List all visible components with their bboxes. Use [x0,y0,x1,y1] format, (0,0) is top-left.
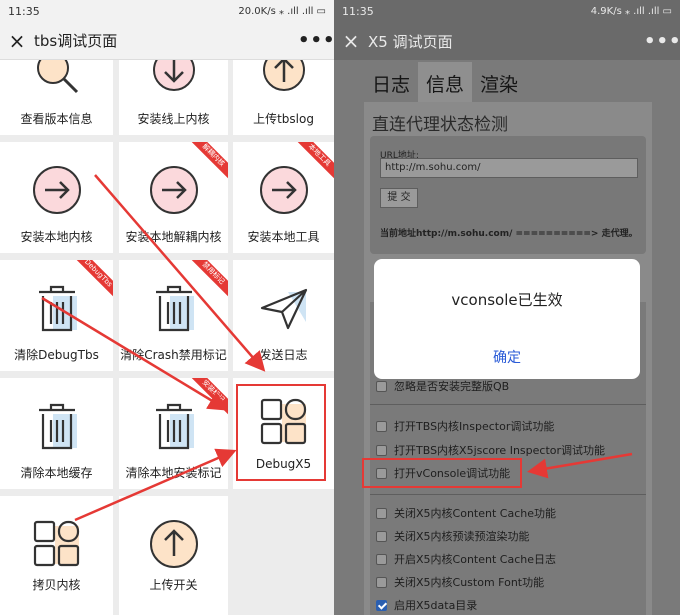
checkbox[interactable] [376,380,387,392]
divider [370,494,646,495]
option-label: 关闭X5内核Content Cache功能 [394,507,556,520]
trash-icon [155,403,194,450]
grid-squares-icon [33,520,79,567]
right-arrow-icon [32,166,81,214]
option-label: 关闭X5内核预读预渲染功能 [394,530,530,543]
grid-cell-label: 上传开关 [149,578,198,592]
right-arrow-icon [259,166,308,214]
tab-info[interactable]: 信息 [418,62,473,102]
option-x5jscore-inspector[interactable]: 打开TBS内核X5jscore Inspector调试功能 [376,442,605,458]
vconsole-highlight-box [362,458,522,488]
tab-log[interactable]: 日志 [364,62,418,102]
title-bar: × X5 调试页面 ••• [334,22,680,60]
grid-cell-install-decoupled-kernel[interactable]: 解耦内核 安装本地解耦内核 [119,142,228,253]
option-ignore-full-qb[interactable]: 忽略是否安装完整版QB [376,378,509,394]
status-indicators: 4.9K/s ⁎ .ıll .ıll ▭ [590,5,672,17]
checkbox-checked[interactable] [376,599,387,611]
grid-cell-label: 清除Crash禁用标记 [120,348,227,362]
download-arrow-icon [152,60,195,91]
grid-cell-label: 清除本地缓存 [20,466,93,480]
grid-cell-clear-local-cache[interactable]: 清除本地缓存 [0,378,113,489]
more-icon[interactable]: ••• [298,30,334,51]
dialog-message: vconsole已生效 [451,291,563,309]
grid-cell-label: 拷贝内核 [32,578,81,592]
grid-cell-upload-tbslog[interactable]: 上传tbslog [233,60,334,135]
more-icon[interactable]: ••• [644,31,680,52]
option-disable-prerender[interactable]: 关闭X5内核预读预渲染功能 [376,528,530,544]
grid-cell-send-log[interactable]: 发送日志 [233,260,334,371]
tab-render[interactable]: 渲染 [472,62,526,102]
trash-icon [155,285,194,332]
option-label: 启用X5data目录 [394,599,478,612]
grid-cell-label: 安装本地工具 [247,230,320,244]
status-indicators: 20.0K/s ⁎ .ıll .ıll ▭ [238,5,326,17]
right-arrow-icon [149,166,198,214]
grid-cell-label: 查看版本信息 [20,112,93,126]
grid-cell-clear-crash-flag[interactable]: 禁用标记 清除Crash禁用标记 [119,260,228,371]
paper-plane-icon [260,288,307,330]
option-content-cache-log[interactable]: 开启X5内核Content Cache日志 [376,551,556,567]
submit-button[interactable]: 提 交 [380,188,418,208]
upload-arrow-icon [262,60,305,91]
close-icon[interactable]: × [0,29,34,53]
grid-cell-copy-kernel[interactable]: 拷贝内核 [0,496,113,615]
grid-cell-label: 上传tbslog [253,112,314,126]
trash-icon [38,285,77,332]
grid-cell-upload-switch[interactable]: 上传开关 [119,496,228,615]
status-time: 11:35 [342,4,374,18]
proxy-check-form: URL地址: http://m.sohu.com/ 提 交 当前地址http:/… [370,136,646,254]
checkbox[interactable] [376,553,387,565]
option-label: 打开TBS内核X5jscore Inspector调试功能 [394,444,606,457]
option-disable-content-cache[interactable]: 关闭X5内核Content Cache功能 [376,505,556,521]
option-enable-x5data[interactable]: 启用X5data目录 [376,597,477,613]
grid-cell-label: 清除DebugTbs [14,348,99,362]
grid-cell-install-local-tools[interactable]: 本地工具 安装本地工具 [233,142,334,253]
grid-cell-label: 安装线上内核 [137,112,210,126]
magnifier-icon [36,60,78,94]
trash-icon [38,403,77,450]
grid-cell-label: 清除本地安装标记 [125,466,222,480]
url-input[interactable]: http://m.sohu.com/ [380,158,638,178]
left-screen: 11:35 20.0K/s ⁎ .ıll .ıll ▭ × tbs调试页面 ••… [0,0,334,615]
grid-cell-label: 安装本地解耦内核 [125,230,222,244]
grid-cell-install-local-kernel[interactable]: 安装本地内核 [0,142,113,253]
option-disable-custom-font[interactable]: 关闭X5内核Custom Font功能 [376,574,544,590]
option-label: 开启X5内核Content Cache日志 [394,553,556,566]
status-bar: 11:35 20.0K/s ⁎ .ıll .ıll ▭ [0,0,334,22]
option-label: 关闭X5内核Custom Font功能 [394,576,545,589]
dialog-confirm-button[interactable]: 确定 [374,347,640,367]
option-label: 忽略是否安装完整版QB [394,380,510,393]
option-label: 打开TBS内核Inspector调试功能 [394,420,555,433]
checkbox[interactable] [376,420,387,432]
proxy-status-text: 当前地址http://m.sohu.com/ ==========> 走代理。 [380,229,638,239]
page-title: X5 调试页面 [368,32,453,51]
tab-bar: 日志 信息 渲染 [364,62,526,102]
checkbox[interactable] [376,507,387,519]
grid-cell-install-online-kernel[interactable]: 安装线上内核 [119,60,228,135]
title-bar: × tbs调试页面 ••• [0,22,334,60]
divider [370,404,646,405]
alert-dialog: vconsole已生效 确定 [374,259,640,379]
debugx5-highlight-box [236,384,326,481]
checkbox[interactable] [376,444,387,456]
section-title: 直连代理状态检测 [372,115,508,135]
grid-cell-view-version[interactable]: 查看版本信息 [0,60,113,135]
grid-cell-label: 发送日志 [259,348,308,362]
grid-cell-clear-install-flag[interactable]: 安装标记 清除本地安装标记 [119,378,228,489]
checkbox[interactable] [376,530,387,542]
close-icon[interactable]: × [334,29,368,53]
option-tbs-inspector[interactable]: 打开TBS内核Inspector调试功能 [376,418,554,434]
grid-cell-label: 安装本地内核 [20,230,93,244]
status-time: 11:35 [8,4,40,18]
upload-arrow-icon [149,520,198,568]
grid-cell-clear-debugtbs[interactable]: DebugTbs 清除DebugTbs [0,260,113,371]
page-title: tbs调试页面 [34,32,118,50]
checkbox[interactable] [376,576,387,588]
status-bar: 11:35 4.9K/s ⁎ .ıll .ıll ▭ [334,0,680,22]
